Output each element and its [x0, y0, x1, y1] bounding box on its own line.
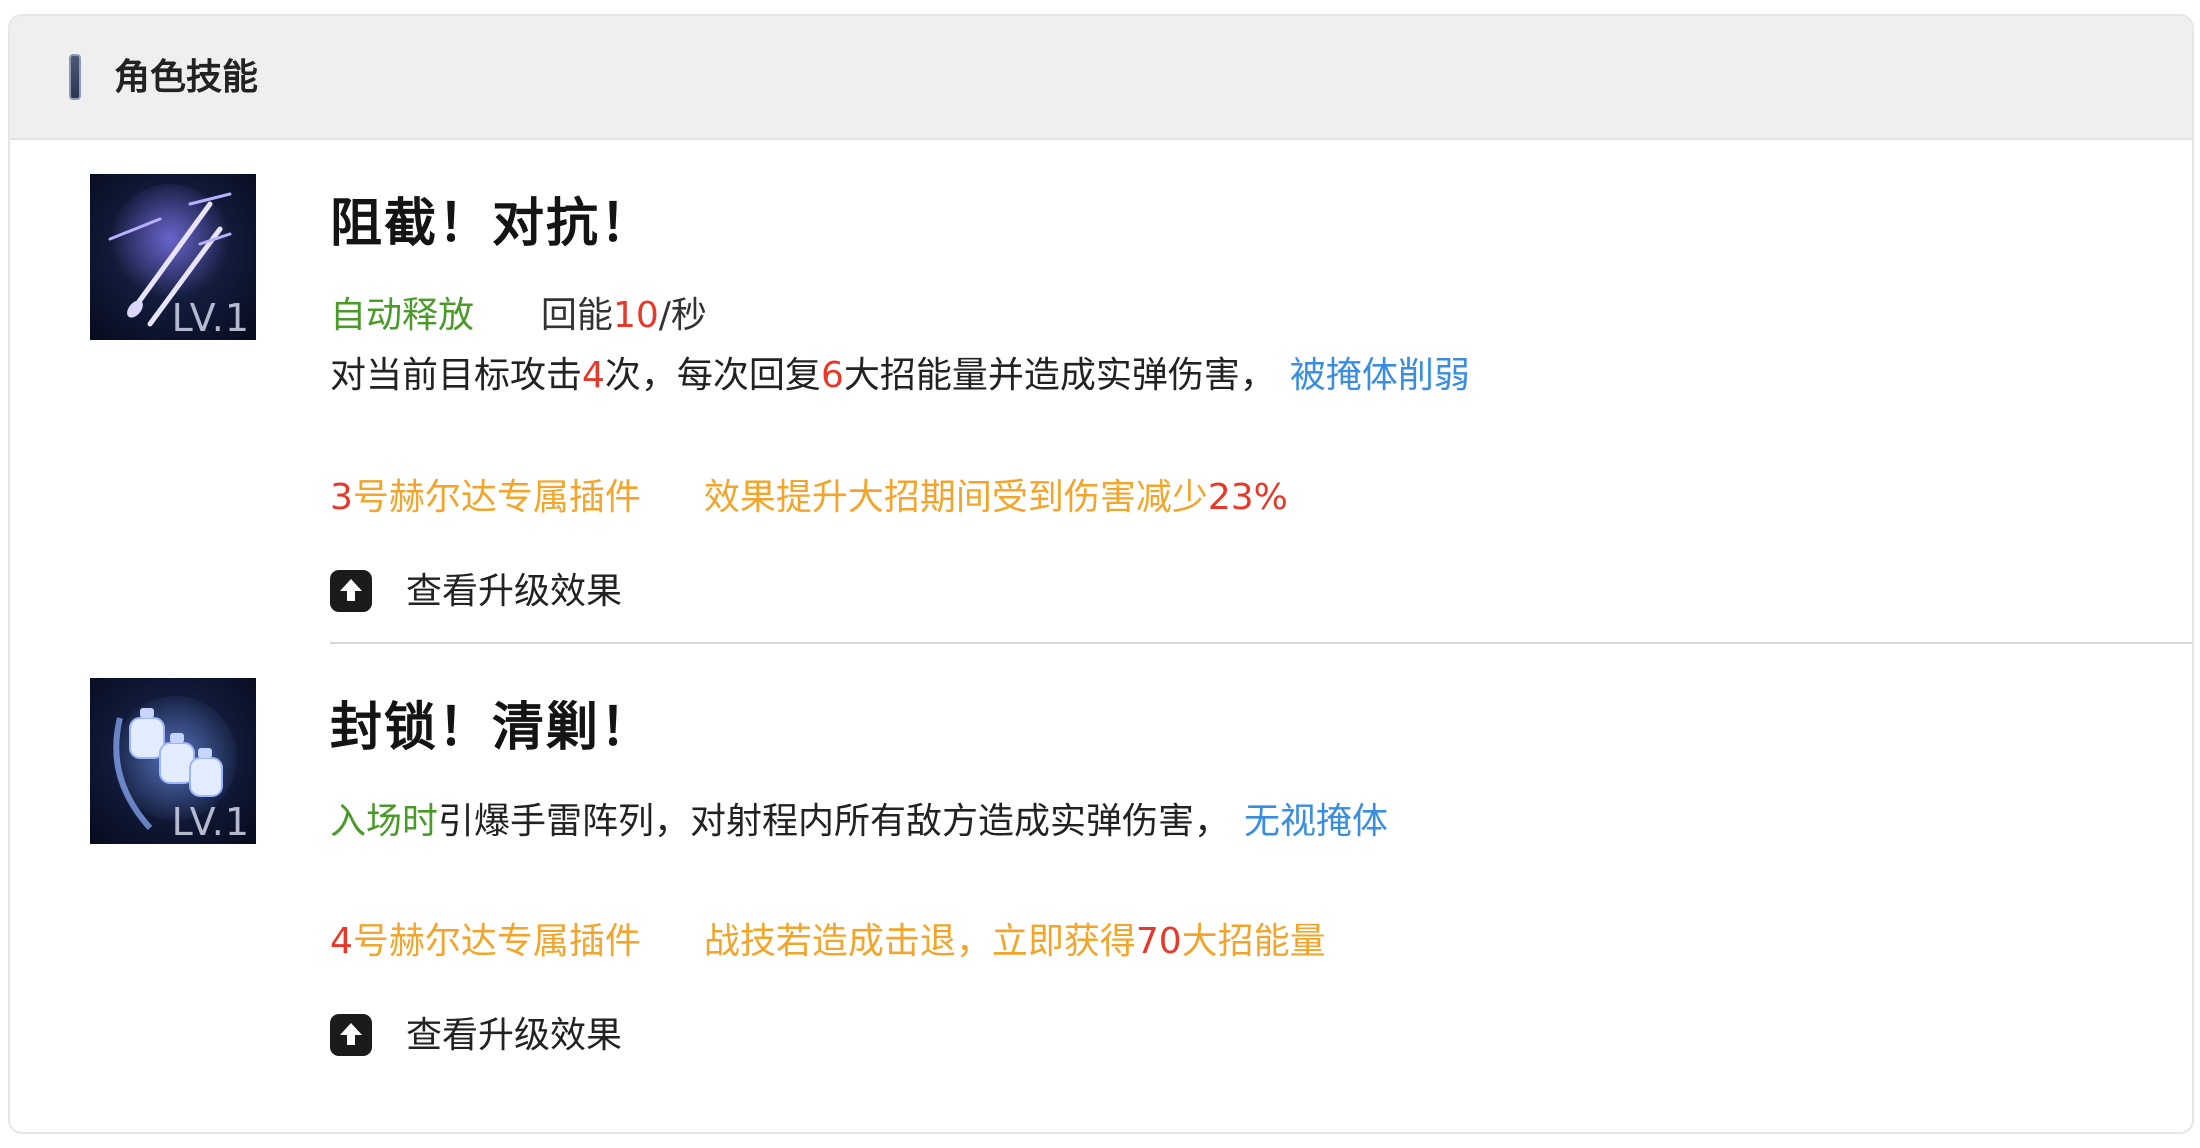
desc-tag: 被掩体削弱: [1289, 355, 1470, 396]
plugin-effect: 战技若造成击退，立即获得: [703, 921, 1136, 962]
desc-text: 引爆手雷阵列，对射程内所有敌方造成实弹伤害，: [438, 801, 1231, 842]
panel-header: 角色技能: [10, 16, 2192, 140]
skill-description: 对当前目标攻击4次，每次回复6大招能量并造成实弹伤害， 被掩体削弱: [330, 354, 1470, 398]
plugin-value: 70: [1135, 921, 1182, 962]
plugin-line: 3号赫尔达专属插件 效果提升大招期间受到伤害减少23%: [330, 476, 1288, 520]
trigger-label: 自动释放: [330, 295, 475, 336]
plugin-number: 3: [330, 477, 353, 518]
header-accent-bar: [69, 54, 81, 100]
view-upgrade-label: 查看升级效果: [406, 1015, 623, 1056]
plugin-line: 4号赫尔达专属插件 战技若造成击退，立即获得70大招能量: [330, 920, 1326, 964]
plugin-name: 号赫尔达专属插件: [352, 921, 641, 962]
desc-text: 对当前目标攻击: [330, 355, 583, 396]
trigger-label: 入场时: [330, 801, 439, 842]
energy-prefix: 回能: [540, 295, 613, 336]
plugin-value: 23%: [1207, 477, 1288, 518]
plugin-effect: 大招能量: [1181, 921, 1326, 962]
skill-divider: [330, 642, 2192, 644]
upload-arrow-icon: [330, 1014, 372, 1056]
desc-energy: 6: [820, 355, 844, 396]
skill-level-label: LV.1: [171, 296, 250, 340]
plugin-number: 4: [330, 921, 353, 962]
energy-value: 10: [612, 295, 659, 336]
plugin-name: 号赫尔达专属插件: [352, 477, 641, 518]
view-upgrade-label: 查看升级效果: [406, 571, 623, 612]
skill-description: 入场时引爆手雷阵列，对射程内所有敌方造成实弹伤害， 无视掩体: [330, 800, 1388, 844]
plugin-effect: 效果提升大招期间受到伤害减少: [703, 477, 1208, 518]
grenade-array-icon: LV.1: [90, 678, 256, 844]
skill-level-label: LV.1: [171, 800, 250, 844]
bullet-strike-icon: LV.1: [90, 174, 256, 340]
view-upgrade-button[interactable]: 查看升级效果: [330, 1012, 650, 1060]
desc-text: 大招能量并造成实弹伤害，: [843, 355, 1276, 396]
upload-arrow-icon: [330, 570, 372, 612]
skill-name: 阻截！对抗！: [330, 194, 655, 254]
desc-tag: 无视掩体: [1244, 801, 1389, 842]
skill-name: 封锁！清剿！: [330, 698, 655, 758]
view-upgrade-button[interactable]: 查看升级效果: [330, 568, 650, 616]
desc-text: 次，每次回复: [604, 355, 821, 396]
desc-hits: 4: [582, 355, 605, 396]
energy-suffix: /秒: [658, 295, 707, 336]
skill-meta-line: 自动释放 回能10/秒: [330, 294, 707, 338]
skills-panel: 角色技能 LV.1 阻截！对抗！ 自动释放 回能10/秒 对当前目标攻击4次，每…: [8, 14, 2194, 1134]
panel-title: 角色技能: [114, 57, 259, 98]
